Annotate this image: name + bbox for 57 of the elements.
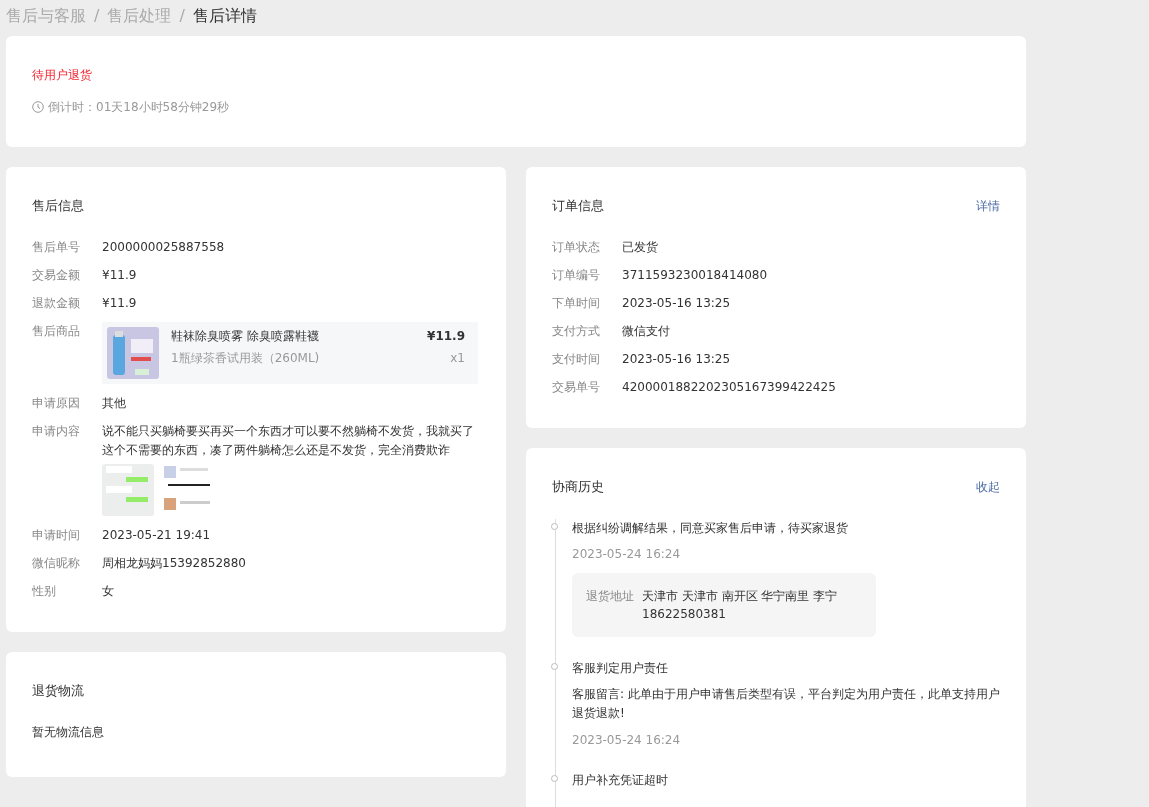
card-title: 退货物流 [32,682,84,701]
field-value: 2023-05-16 13:25 [622,295,731,312]
field-label: 售后商品 [32,323,81,340]
field-value: ¥11.9 [102,267,137,284]
field-value: 微信支付 [622,323,670,340]
status-text: 待用户退货 [32,67,93,84]
field-label: 微信昵称 [32,555,81,573]
field-label: 交易单号 [552,379,601,396]
event-title: 用户补充凭证超时 [572,772,669,790]
field-value: 3711593230018414080 [622,267,768,284]
breadcrumb-current: 售后详情 [192,5,257,27]
product-price: ¥11.9 [427,328,465,345]
breadcrumb-separator: / [179,5,185,27]
field-label: 下单时间 [552,295,601,312]
event-title: 根据纠纷调解结果，同意买家售后申请，待买家退货 [572,520,849,537]
field-label: 申请内容 [32,423,81,440]
field-label: 退款金额 [32,295,81,312]
card-title: 订单信息 [552,197,604,215]
field-label: 支付方式 [552,323,601,340]
field-value: 周相龙妈妈15392852880 [102,555,246,573]
field-value: 4200001882202305167399422425 [622,379,836,396]
field-value: 2023-05-16 13:25 [622,351,731,368]
field-value: 2023-05-21 19:41 [102,527,211,545]
product-quantity: x1 [449,350,465,367]
clock-icon [32,101,44,113]
event-time: 2023-05-24 16:24 [572,732,682,750]
field-value: 其他 [102,395,126,412]
field-label: 订单编号 [552,267,601,284]
product-name: 鞋袜除臭喷雾 除臭喷露鞋襪 [171,328,320,345]
address-label: 退货地址 [586,588,635,605]
empty-message: 暂无物流信息 [32,724,105,742]
card-title: 售后信息 [32,197,84,215]
product-spec: 1瓶绿茶香试用装（260ML) [171,350,321,367]
address-value: 天津市 天津市 南开区 华宁南里 李宁 18622580381 [642,588,839,623]
link[interactable]: 详情 [976,197,1000,215]
field-label: 交易金额 [32,267,81,284]
timeline-dot [551,663,558,670]
field-value: 2000000025887558 [102,239,225,256]
field-label: 订单状态 [552,239,601,256]
event-title: 客服判定用户责任 [572,660,669,677]
field-value: ¥11.9 [102,295,137,312]
field-label: 申请时间 [32,527,81,545]
countdown-text: 倒计时：01天18小时58分钟29秒 [48,99,230,116]
request-content: 说不能只买躺椅要买再买一个东西才可以要不然躺椅不发货，我就买了这个不需要的东西，凑了两件躺椅怎么还是不发货，完全消费欺诈 [102,423,475,460]
breadcrumb-separator: / [94,5,100,27]
field-value: 女 [102,583,114,601]
field-value: 已发货 [622,239,658,256]
link[interactable]: 收起 [976,478,1000,496]
field-label: 售后单号 [32,239,81,256]
field-label: 性别 [32,583,57,601]
field-label: 申请原因 [32,395,81,412]
timeline-dot [551,523,558,530]
timeline-dot [551,775,558,783]
card-title: 协商历史 [552,478,604,496]
event-note: 客服留言: 此单由于用户申请售后类型有误，平台判定为用户责任，此单支持用户退货退款! [572,686,1000,723]
field-label: 支付时间 [552,351,601,368]
event-time: 2023-05-24 16:24 [572,546,682,563]
